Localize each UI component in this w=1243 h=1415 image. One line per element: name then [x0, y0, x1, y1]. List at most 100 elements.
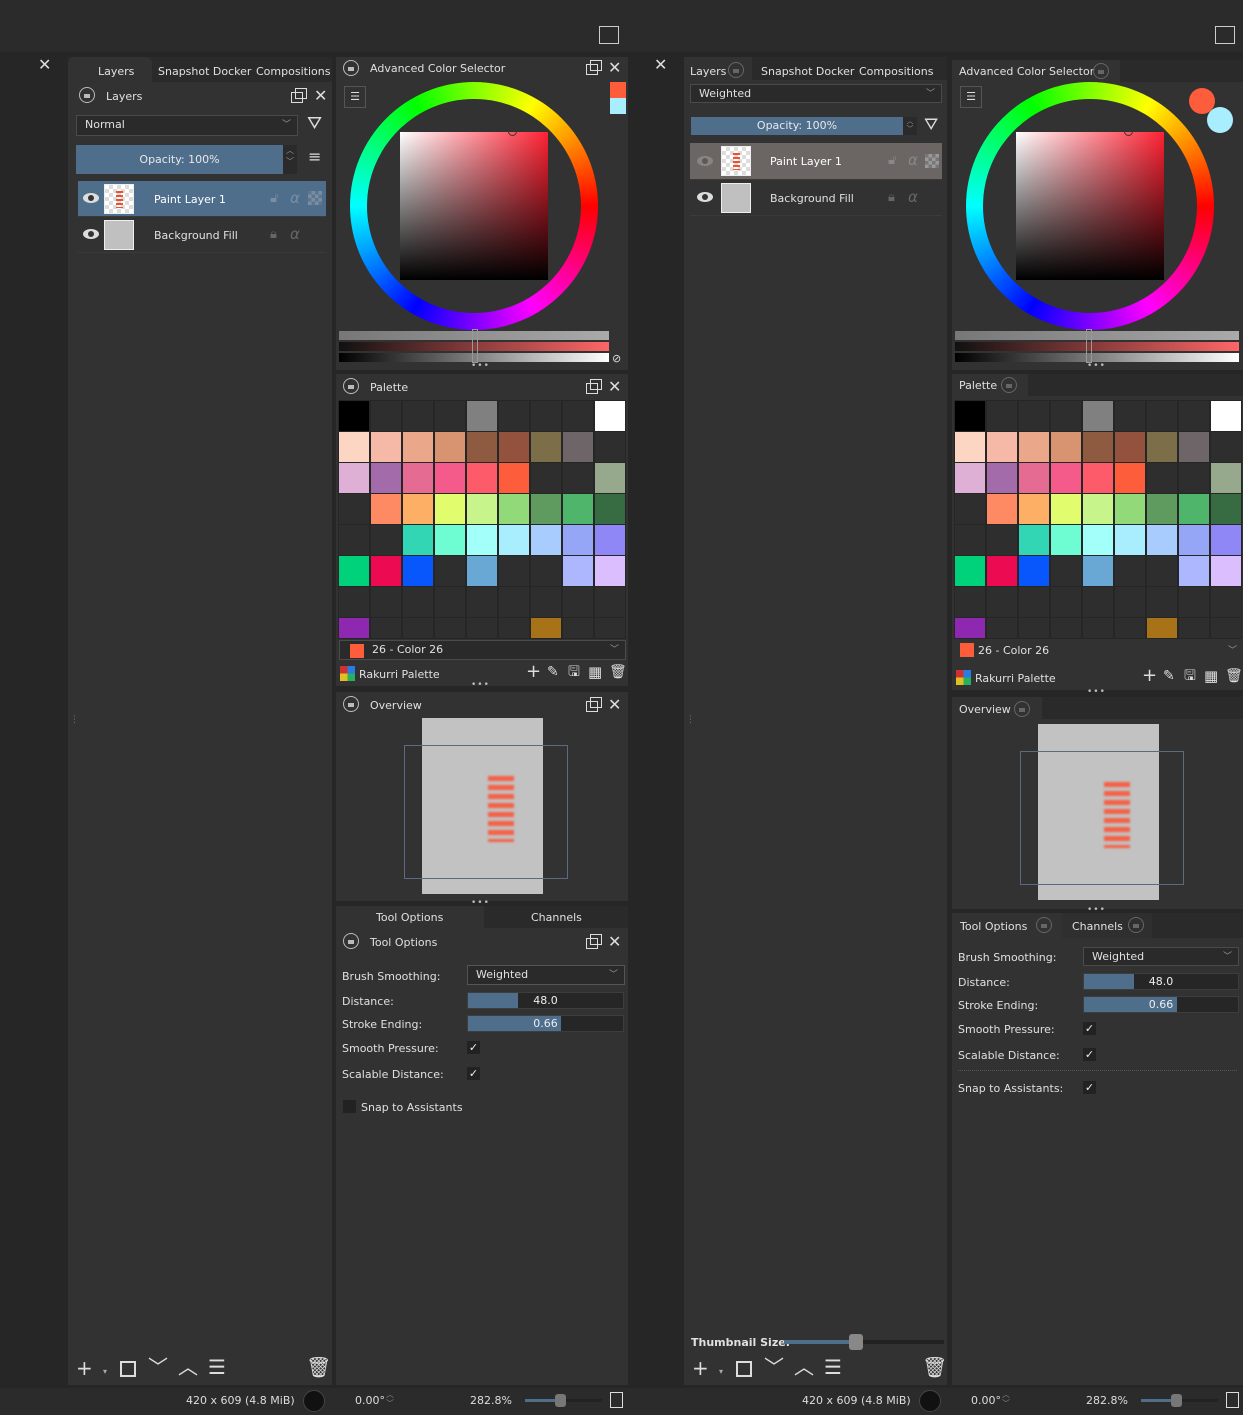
palette-swatch[interactable]: [954, 524, 986, 556]
palette-swatch[interactable]: [466, 555, 498, 587]
visibility-eye-icon[interactable]: [697, 192, 713, 202]
foreground-color-swatch[interactable]: [1189, 88, 1215, 114]
move-up-icon[interactable]: ︿: [794, 1357, 814, 1377]
palette-swatch[interactable]: [370, 493, 402, 525]
palette-swatch[interactable]: [498, 493, 530, 525]
splitter-handle[interactable]: •••: [1087, 687, 1106, 697]
palette-name[interactable]: Rakurri Palette: [359, 668, 440, 681]
palette-swatch[interactable]: [1178, 462, 1210, 494]
palette-swatch[interactable]: [530, 586, 562, 618]
palette-swatch[interactable]: [338, 586, 370, 618]
smooth-pressure-checkbox[interactable]: ✓: [467, 1041, 480, 1054]
lock-layer-icon[interactable]: 🔓︎: [888, 153, 896, 168]
rotation-value[interactable]: 0.00°: [971, 1394, 1001, 1407]
palette-swatch[interactable]: [498, 462, 530, 494]
palette-swatch[interactable]: [954, 462, 986, 494]
palette-swatch[interactable]: [1114, 524, 1146, 556]
lock-icon[interactable]: [343, 933, 359, 949]
float-icon[interactable]: [586, 60, 602, 75]
palette-swatch[interactable]: [1178, 493, 1210, 525]
rotation-spin[interactable]: ︿ ﹀: [1002, 1390, 1010, 1408]
distance-slider[interactable]: 48.0: [1083, 973, 1239, 990]
palette-swatch[interactable]: [402, 524, 434, 556]
palette-swatch[interactable]: [402, 462, 434, 494]
palette-swatch[interactable]: [1050, 462, 1082, 494]
palette-swatch[interactable]: [954, 400, 986, 432]
palette-swatch[interactable]: [466, 400, 498, 432]
palette-swatch[interactable]: [1050, 524, 1082, 556]
palette-swatch[interactable]: [1018, 617, 1050, 639]
tab-channels[interactable]: Channels: [1072, 920, 1123, 933]
layer-row[interactable]: Paint Layer 1 🔓︎ α: [78, 181, 326, 217]
lock-icon[interactable]: [728, 62, 744, 78]
palette-swatch[interactable]: [498, 524, 530, 556]
palette-swatch[interactable]: [1210, 431, 1242, 463]
current-color-dropdown[interactable]: 26 - Color 26 ﹀: [955, 641, 1241, 660]
lock-icon[interactable]: [343, 378, 359, 394]
grid-icon[interactable]: ▦: [1204, 669, 1218, 684]
workspace-icon[interactable]: [599, 26, 619, 44]
delete-icon[interactable]: 🗑︎: [1225, 669, 1243, 683]
blend-mode-dropdown[interactable]: Normal ﹀: [76, 115, 298, 136]
palette-swatch[interactable]: [1146, 524, 1178, 556]
palette-swatch[interactable]: [594, 431, 626, 463]
rotation-spin[interactable]: ︿ ﹀: [386, 1390, 394, 1408]
palette-swatch[interactable]: [1210, 524, 1242, 556]
tab-tool-options[interactable]: Tool Options: [376, 911, 443, 924]
tab-overview[interactable]: Overview: [959, 703, 1011, 716]
palette-swatch[interactable]: [370, 555, 402, 587]
palette-swatch[interactable]: [1146, 462, 1178, 494]
visibility-eye-icon[interactable]: [697, 156, 713, 166]
lock-icon[interactable]: [343, 60, 359, 76]
tab-compositions[interactable]: Compositions: [256, 65, 330, 78]
lock-icon[interactable]: [1001, 377, 1017, 393]
palette-swatch[interactable]: [466, 586, 498, 618]
palette-swatch[interactable]: [1018, 493, 1050, 525]
tab-palette[interactable]: Palette: [959, 379, 997, 392]
close-icon[interactable]: ✕: [654, 57, 667, 73]
grid-icon[interactable]: ▦: [588, 665, 602, 680]
palette-swatch[interactable]: [1210, 555, 1242, 587]
snap-to-assistants-checkbox[interactable]: [343, 1100, 356, 1113]
lock-layer-icon[interactable]: 🔒︎: [270, 227, 277, 242]
palette-swatch[interactable]: [466, 617, 498, 639]
palette-swatch[interactable]: [562, 617, 594, 639]
palette-swatch[interactable]: [1146, 617, 1178, 639]
color-picker-handle[interactable]: [1124, 127, 1133, 136]
close-icon[interactable]: ✕: [608, 379, 621, 395]
palette-swatch[interactable]: [434, 400, 466, 432]
palette-swatch[interactable]: [370, 431, 402, 463]
splitter-handle[interactable]: •••: [471, 680, 490, 690]
palette-swatch[interactable]: [434, 555, 466, 587]
palette-swatch[interactable]: [530, 431, 562, 463]
alpha-lock-icon[interactable]: α: [290, 189, 300, 207]
palette-icon[interactable]: [956, 670, 971, 685]
palette-swatch[interactable]: [1146, 586, 1178, 618]
saturation-value-square[interactable]: [1016, 132, 1164, 280]
palette-swatch[interactable]: [1146, 555, 1178, 587]
palette-swatch[interactable]: [434, 524, 466, 556]
palette-swatch[interactable]: [370, 586, 402, 618]
scalable-distance-checkbox[interactable]: ✓: [1083, 1048, 1096, 1061]
inherit-alpha-icon[interactable]: [308, 191, 322, 205]
palette-icon[interactable]: [340, 666, 355, 681]
palette-swatch[interactable]: [466, 431, 498, 463]
palette-swatch[interactable]: [1178, 617, 1210, 639]
layer-name[interactable]: Paint Layer 1: [154, 193, 226, 206]
palette-swatch[interactable]: [1018, 462, 1050, 494]
layer-row[interactable]: Paint Layer 1 🔓︎ α: [690, 143, 942, 180]
lock-layer-icon[interactable]: 🔓︎: [270, 191, 278, 206]
distance-slider[interactable]: 48.0: [467, 992, 624, 1009]
add-color-icon[interactable]: +: [1142, 667, 1157, 685]
palette-swatch[interactable]: [1050, 555, 1082, 587]
palette-swatch[interactable]: [986, 524, 1018, 556]
rotation-dial[interactable]: [919, 1390, 941, 1412]
lock-icon[interactable]: [79, 87, 95, 103]
palette-swatch[interactable]: [562, 400, 594, 432]
lock-icon[interactable]: [1093, 63, 1109, 79]
palette-swatch[interactable]: [562, 493, 594, 525]
properties-icon[interactable]: ☰: [824, 1357, 842, 1377]
delete-icon[interactable]: 🗑︎: [922, 1357, 947, 1377]
palette-swatch[interactable]: [1018, 524, 1050, 556]
palette-swatch[interactable]: [1178, 400, 1210, 432]
